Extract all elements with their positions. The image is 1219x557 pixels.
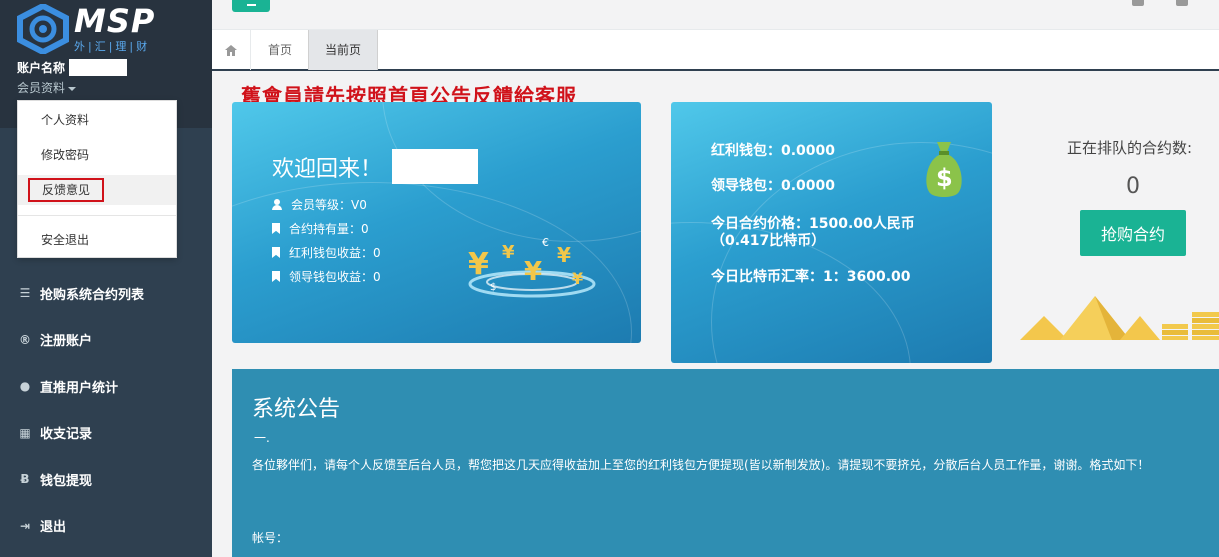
queue-label: 正在排队的合约数:: [1067, 139, 1193, 157]
bonus-wallet-income: 红利钱包收益：0: [272, 244, 381, 261]
wallet-card: 红利钱包：0.0000 领导钱包：0.0000 今日合约价格：1500.00人民…: [671, 102, 992, 363]
account-name-label: 账户名称: [17, 61, 66, 75]
sidebar-nav: ☰ 抢购系统合约列表 ® 注册账户 ● 直推用户统计 ▦ 收支记录 Ƀ 钱包提现…: [0, 270, 212, 549]
sign-out-icon: ⇥: [19, 518, 31, 533]
tab-home[interactable]: 首页: [252, 30, 308, 70]
bitcoin-icon: Ƀ: [20, 472, 30, 487]
member-level: 会员等级：V0: [272, 196, 367, 213]
nav-item-label: 注册账户: [40, 334, 93, 350]
member-menu-toggle[interactable]: 会员资料: [17, 79, 77, 96]
top-bar: [212, 0, 1219, 30]
logo-title: MSP: [74, 1, 156, 40]
nav-item-contract-list[interactable]: ☰ 抢购系统合约列表: [0, 270, 212, 317]
announcement-body: 各位夥伴们，请每个人反馈至后台人员，帮您把这几天应得收益加上至您的红利钱包方便提…: [252, 458, 1150, 472]
svg-text:$: $: [936, 164, 953, 192]
logo-subtitle: 外|汇|理|财: [74, 39, 151, 53]
sidebar: MSP 外|汇|理|财 账户名称 会员资料 ☰ 抢购系统合约列表 ® 注册账户 …: [0, 0, 212, 557]
queue-count: 0: [1126, 174, 1140, 199]
logo: MSP 外|汇|理|财: [16, 4, 155, 54]
svg-text:$: $: [490, 282, 496, 293]
user-icon: ●: [19, 379, 31, 394]
caret-down-icon: [68, 86, 77, 91]
gold-pyramids-illustration: [1020, 296, 1219, 340]
grid-icon: ▦: [19, 425, 31, 440]
today-contract-price-btc: （0.417比特币）: [711, 233, 826, 249]
menu-item-change-password[interactable]: 修改密码: [18, 140, 176, 170]
welcome-title: 欢迎回来！: [272, 149, 479, 184]
menu-item-profile[interactable]: 个人资料: [18, 105, 176, 135]
envelope-icon[interactable]: [1132, 0, 1144, 6]
home-tab-button[interactable]: [212, 30, 251, 70]
bonus-income-text: 红利钱包收益：0: [289, 246, 381, 260]
logo-icon: [17, 4, 69, 54]
member-level-text: 会员等级：V0: [291, 198, 367, 212]
menu-item-logout[interactable]: 安全退出: [18, 225, 176, 255]
announcement-title: 系统公告: [252, 397, 341, 422]
menu-item-label: 安全退出: [41, 233, 90, 247]
bookmark-icon: [272, 223, 280, 234]
nav-item-label: 退出: [40, 520, 67, 536]
today-contract-price: 今日合约价格：1500.00人民币: [711, 216, 915, 232]
menu-divider: [18, 215, 176, 216]
leader-wallet-income: 领导钱包收益：0: [272, 268, 381, 285]
nav-item-label: 收支记录: [40, 427, 93, 443]
registered-icon: ®: [19, 332, 31, 347]
welcome-text: 欢迎回来！: [272, 156, 383, 182]
leader-wallet-balance: 领导钱包：0.0000: [711, 178, 836, 194]
nav-item-register[interactable]: ® 注册账户: [0, 317, 212, 364]
contracts-held-text: 合约持有量：0: [289, 222, 369, 236]
menu-item-label: 修改密码: [41, 148, 90, 162]
bookmark-icon: [272, 247, 280, 258]
member-dropdown-menu: 个人资料 修改密码 反馈意见 安全退出: [17, 100, 177, 258]
welcome-username: [392, 149, 479, 184]
page-tabs: 首页 当前页: [212, 30, 1219, 71]
menu-item-feedback[interactable]: 反馈意见: [18, 175, 176, 205]
account-name: 账户名称: [17, 59, 128, 76]
list-icon: ☰: [19, 286, 31, 301]
svg-text:¥: ¥: [557, 243, 571, 267]
svg-text:€: €: [542, 236, 549, 249]
nav-item-withdraw[interactable]: Ƀ 钱包提现: [0, 456, 212, 503]
menu-item-label: 个人资料: [41, 113, 90, 127]
svg-text:¥: ¥: [572, 269, 583, 288]
bell-icon[interactable]: [1176, 0, 1188, 6]
user-icon: [272, 199, 282, 210]
svg-text:¥: ¥: [524, 257, 542, 287]
home-icon: [225, 44, 237, 56]
svg-text:¥: ¥: [468, 247, 489, 282]
bonus-wallet-balance: 红利钱包：0.0000: [711, 143, 836, 159]
announcement-account-label: 帐号：: [252, 531, 289, 545]
bookmark-icon: [272, 271, 280, 282]
account-name-value: [69, 59, 128, 76]
nav-item-logout[interactable]: ⇥ 退出: [0, 503, 212, 550]
currency-coins-illustration: ¥ ¥ ¥ ¥ ¥ € $: [468, 236, 596, 298]
contracts-held: 合约持有量：0: [272, 220, 369, 237]
welcome-card: 欢迎回来！ 会员等级：V0 合约持有量：0 红利钱包收益：0 领导钱包收益：0 …: [232, 102, 641, 343]
money-bag-icon: $: [926, 142, 962, 197]
nav-item-transactions[interactable]: ▦ 收支记录: [0, 410, 212, 457]
system-announcement: 系统公告 一. 各位夥伴们，请每个人反馈至后台人员，帮您把这几天应得收益加上至您…: [232, 369, 1219, 557]
nav-item-label: 直推用户统计: [40, 380, 119, 396]
announcement-section-number: 一.: [254, 431, 270, 445]
menu-toggle-button[interactable]: [232, 0, 270, 12]
menu-item-label: 反馈意见: [28, 178, 105, 202]
nav-item-label: 钱包提现: [40, 473, 93, 489]
svg-text:¥: ¥: [502, 242, 515, 263]
member-menu-label: 会员资料: [17, 81, 66, 95]
tab-current[interactable]: 当前页: [308, 30, 378, 70]
nav-item-referral-stats[interactable]: ● 直推用户统计: [0, 363, 212, 410]
btc-exchange-rate: 今日比特币汇率：1：3600.00: [711, 269, 911, 285]
buy-contract-button[interactable]: 抢购合约: [1080, 210, 1186, 256]
nav-item-label: 抢购系统合约列表: [40, 287, 145, 303]
leader-income-text: 领导钱包收益：0: [289, 270, 381, 284]
